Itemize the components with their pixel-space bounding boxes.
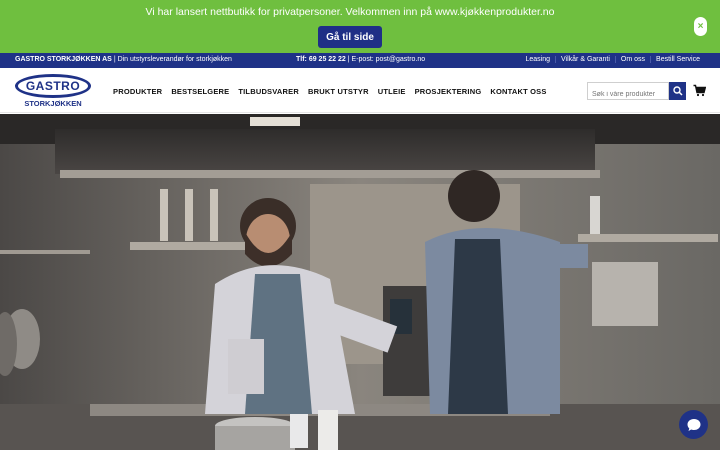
phone-number[interactable]: Tlf: 69 25 22 22 (296, 56, 346, 63)
top-links: Leasing Vilkår & Garanti Om oss Bestill … (520, 56, 705, 63)
go-to-site-button[interactable]: Gå til side (318, 26, 382, 48)
logo-main-text: GASTRO (25, 79, 81, 93)
search-button[interactable] (669, 82, 686, 100)
main-nav: PRODUKTER BESTSELGERE TILBUDSVARER BRUKT… (113, 87, 556, 96)
nav-item-contact[interactable]: KONTAKT OSS (490, 87, 546, 96)
chat-button[interactable] (679, 410, 708, 439)
nav-item-products[interactable]: PRODUKTER (113, 87, 162, 96)
cart-button[interactable] (693, 84, 707, 97)
top-link-about[interactable]: Om oss (614, 56, 650, 63)
nav-item-rental[interactable]: UTLEIE (378, 87, 406, 96)
close-icon[interactable]: × (694, 17, 707, 36)
top-info-bar: GASTRO STORKJØKKEN AS | Din utstyrslever… (0, 53, 720, 68)
company-name: GASTRO STORKJØKKEN AS (15, 56, 112, 63)
logo-oval: GASTRO (15, 74, 91, 98)
nav-item-used-equipment[interactable]: BRUKT UTSTYR (308, 87, 369, 96)
search-box (587, 82, 669, 103)
contact-info: Tlf: 69 25 22 22 | E-post: post@gastro.n… (296, 56, 425, 63)
top-link-service[interactable]: Bestill Service (650, 56, 705, 63)
nav-item-projects[interactable]: PROSJEKTERING (415, 87, 482, 96)
nav-item-offers[interactable]: TILBUDSVARER (238, 87, 299, 96)
search-icon (672, 86, 683, 96)
kitchen-photo (0, 114, 720, 450)
cart-icon (693, 84, 707, 97)
logo-sub-text: STORKJØKKEN (24, 99, 82, 108)
email-address[interactable]: | E-post: post@gastro.no (348, 56, 425, 63)
top-link-terms[interactable]: Vilkår & Garanti (555, 56, 615, 63)
promo-banner: Vi har lansert nettbutikk for privatpers… (0, 0, 720, 53)
chat-icon (687, 418, 700, 431)
company-tagline: | Din utstyrsleverandør for storkjøkken (113, 56, 232, 63)
top-link-leasing[interactable]: Leasing (520, 56, 555, 63)
search-input[interactable] (588, 86, 668, 103)
hero-image (0, 114, 720, 450)
company-info: GASTRO STORKJØKKEN AS | Din utstyrslever… (15, 56, 232, 63)
site-logo[interactable]: GASTRO STORKJØKKEN (15, 74, 91, 108)
site-header: GASTRO STORKJØKKEN PRODUKTER BESTSELGERE… (0, 68, 720, 113)
nav-item-bestsellers[interactable]: BESTSELGERE (171, 87, 229, 96)
promo-text: Vi har lansert nettbutikk for privatpers… (145, 6, 555, 18)
